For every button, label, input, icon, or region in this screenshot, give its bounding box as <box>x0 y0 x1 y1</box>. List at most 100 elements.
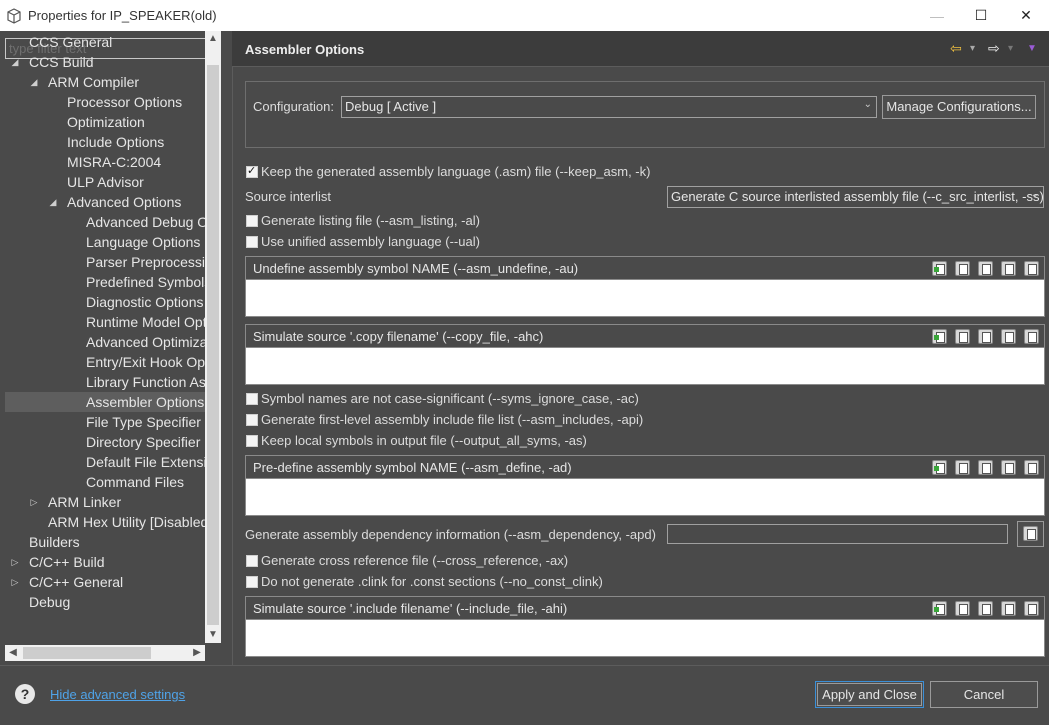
tree-item[interactable]: Library Function Assumptions <box>5 372 205 392</box>
property-tree[interactable]: CCS General ◢ CCS Build ◢ ARM Compiler Proces… <box>5 31 205 643</box>
add-item-icon[interactable] <box>932 601 947 616</box>
tree-item[interactable]: ◢ ARM Compiler <box>5 72 205 92</box>
add-item-icon[interactable] <box>932 329 947 344</box>
maximize-button[interactable]: ☐ <box>958 0 1004 31</box>
help-icon[interactable]: ? <box>15 684 35 704</box>
asm-includes-checkbox[interactable] <box>246 414 258 426</box>
tree-item-label: Command Files <box>86 474 185 490</box>
tree-item-label: Parser Preprocessing Options <box>86 254 205 270</box>
scroll-up-icon[interactable]: ▲ <box>205 31 221 47</box>
scroll-down-icon[interactable]: ▼ <box>205 627 221 643</box>
move-up-icon[interactable] <box>1001 601 1016 616</box>
asm-listing-checkbox[interactable] <box>246 215 258 227</box>
tree-item[interactable]: ULP Advisor <box>5 172 205 192</box>
tree-item[interactable]: CCS General <box>5 32 205 52</box>
tree-item-label: Debug <box>29 594 71 610</box>
collapsed-twisty-icon[interactable]: ▷ <box>10 552 20 572</box>
copy-file-list[interactable]: Simulate source '.copy filename' (--copy… <box>245 324 1045 385</box>
tree-item-label: Advanced Options <box>67 194 182 210</box>
tree-item-label: C/C++ General <box>29 574 124 590</box>
tree-horizontal-scrollbar[interactable]: ◀ ▶ <box>5 645 205 661</box>
tree-item[interactable]: Advanced Optimizations <box>5 332 205 352</box>
delete-item-icon[interactable] <box>955 329 970 344</box>
cross-reference-checkbox[interactable] <box>246 555 258 567</box>
tree-item[interactable]: Assembler Options <box>5 392 205 412</box>
edit-item-icon[interactable] <box>978 601 993 616</box>
delete-item-icon[interactable] <box>955 261 970 276</box>
tree-item[interactable]: Command Files <box>5 472 205 492</box>
unified-asm-checkbox[interactable] <box>246 236 258 248</box>
tree-item[interactable]: Include Options <box>5 132 205 152</box>
expanded-twisty-icon[interactable]: ◢ <box>29 72 39 92</box>
tree-item[interactable]: ▷ C/C++ Build <box>5 552 205 572</box>
browse-button[interactable] <box>1017 521 1044 547</box>
tree-item[interactable]: Advanced Debug Options <box>5 212 205 232</box>
scroll-right-icon[interactable]: ▶ <box>189 645 205 661</box>
edit-item-icon[interactable] <box>978 261 993 276</box>
source-interlist-select[interactable]: Generate C source interlisted assembly f… <box>667 186 1044 208</box>
scroll-left-icon[interactable]: ◀ <box>5 645 21 661</box>
edit-item-icon[interactable] <box>978 460 993 475</box>
move-up-icon[interactable] <box>1001 460 1016 475</box>
tree-item[interactable]: ◢ Advanced Options <box>5 192 205 212</box>
keep-asm-checkbox[interactable] <box>246 164 258 178</box>
delete-item-icon[interactable] <box>955 601 970 616</box>
tree-item[interactable]: Debug <box>5 592 205 612</box>
tree-item[interactable]: MISRA-C:2004 <box>5 152 205 172</box>
move-up-icon[interactable] <box>1001 261 1016 276</box>
manage-configurations-button[interactable]: Manage Configurations... <box>882 95 1036 119</box>
tree-vertical-scrollbar[interactable]: ▲ ▼ <box>205 31 221 643</box>
include-file-list[interactable]: Simulate source '.include filename' (--i… <box>245 596 1045 657</box>
hscroll-thumb[interactable] <box>23 647 151 659</box>
move-up-icon[interactable] <box>1001 329 1016 344</box>
tree-item[interactable]: Builders <box>5 532 205 552</box>
tree-item-label: File Type Specifier <box>86 414 201 430</box>
no-const-clink-checkbox[interactable] <box>246 576 258 588</box>
view-menu-icon[interactable]: ▼ <box>1027 43 1037 54</box>
undefine-symbols-list[interactable]: Undefine assembly symbol NAME (--asm_und… <box>245 256 1045 317</box>
expanded-twisty-icon[interactable]: ◢ <box>10 52 20 72</box>
back-history-dropdown-icon[interactable]: ▾ <box>970 43 975 54</box>
tree-item[interactable]: Runtime Model Options <box>5 312 205 332</box>
tree-item[interactable]: Parser Preprocessing Options <box>5 252 205 272</box>
tree-item[interactable]: Default File Extensions <box>5 452 205 472</box>
tree-item-label: CCS General <box>29 34 113 50</box>
tree-item[interactable]: File Type Specifier <box>5 412 205 432</box>
tree-item[interactable]: Language Options <box>5 232 205 252</box>
edit-item-icon[interactable] <box>978 329 993 344</box>
tree-item[interactable]: ◢ CCS Build <box>5 52 205 72</box>
add-item-icon[interactable] <box>932 460 947 475</box>
tree-item[interactable]: ARM Hex Utility [Disabled] <box>5 512 205 532</box>
move-down-icon[interactable] <box>1024 329 1039 344</box>
tree-item[interactable]: Optimization <box>5 112 205 132</box>
tree-item[interactable]: ▷ ARM Linker <box>5 492 205 512</box>
asm-dependency-field[interactable] <box>667 524 1008 544</box>
move-down-icon[interactable] <box>1024 601 1039 616</box>
output-all-syms-checkbox[interactable] <box>246 435 258 447</box>
tree-item[interactable]: Directory Specifier <box>5 432 205 452</box>
move-down-icon[interactable] <box>1024 460 1039 475</box>
expanded-twisty-icon[interactable]: ◢ <box>48 192 58 212</box>
syms-ignore-case-checkbox[interactable] <box>246 393 258 405</box>
back-arrow-icon[interactable]: ⇦ <box>950 40 962 57</box>
cancel-button[interactable]: Cancel <box>930 681 1038 708</box>
minimize-button[interactable]: — <box>914 0 960 31</box>
define-symbols-list[interactable]: Pre-define assembly symbol NAME (--asm_d… <box>245 455 1045 516</box>
move-down-icon[interactable] <box>1024 261 1039 276</box>
apply-and-close-button[interactable]: Apply and Close <box>815 681 924 708</box>
collapsed-twisty-icon[interactable]: ▷ <box>29 492 39 512</box>
tree-item[interactable]: Predefined Symbols <box>5 272 205 292</box>
tree-item[interactable]: Entry/Exit Hook Options <box>5 352 205 372</box>
tree-item[interactable]: Processor Options <box>5 92 205 112</box>
tree-item[interactable]: Diagnostic Options <box>5 292 205 312</box>
hide-advanced-settings-link[interactable]: Hide advanced settings <box>50 687 185 702</box>
scroll-thumb[interactable] <box>207 65 219 625</box>
collapsed-twisty-icon[interactable]: ▷ <box>10 572 20 592</box>
forward-history-dropdown-icon[interactable]: ▾ <box>1008 43 1013 54</box>
close-window-button[interactable]: ✕ <box>1003 0 1049 31</box>
add-item-icon[interactable] <box>932 261 947 276</box>
forward-arrow-icon[interactable]: ⇨ <box>988 40 1000 57</box>
delete-item-icon[interactable] <box>955 460 970 475</box>
tree-item[interactable]: ▷ C/C++ General <box>5 572 205 592</box>
configuration-select[interactable]: Debug [ Active ] ⌄ <box>341 96 877 118</box>
